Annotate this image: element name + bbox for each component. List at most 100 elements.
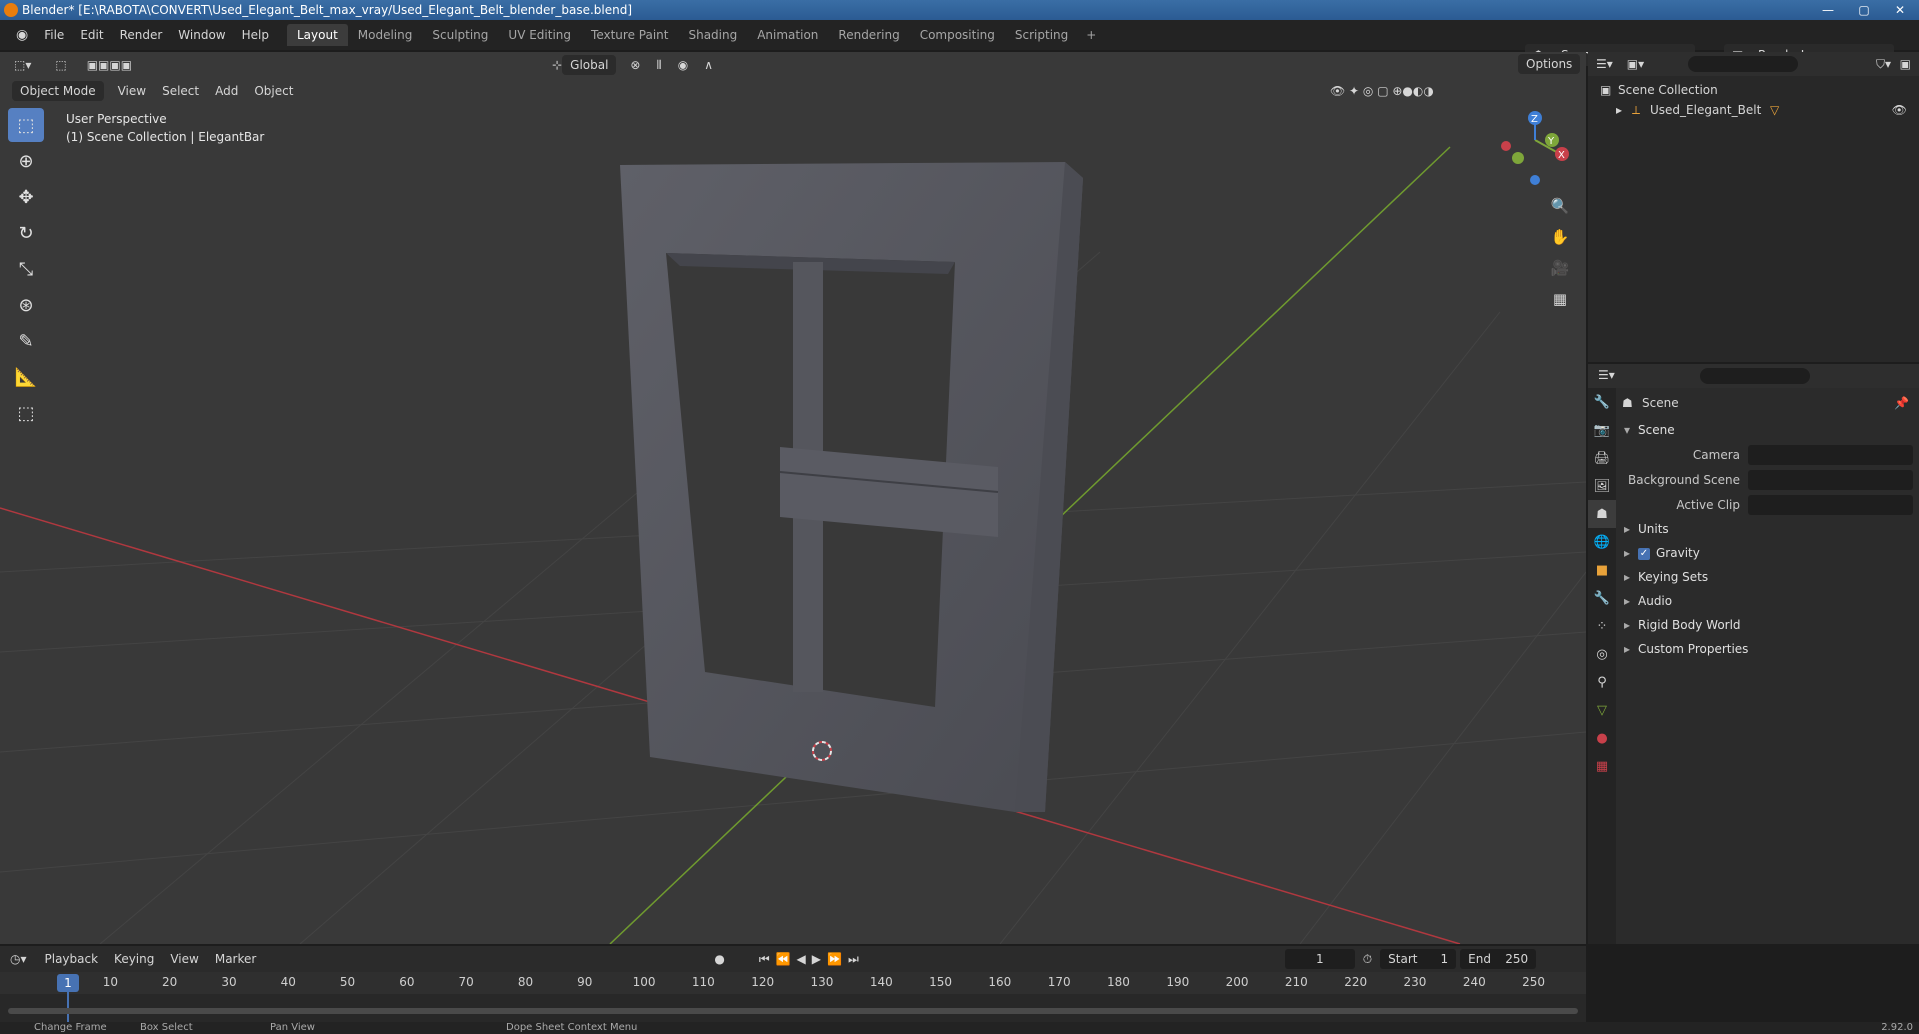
options-dropdown[interactable]: Options [1518,54,1581,74]
tab-compositing[interactable]: Compositing [910,24,1005,46]
tab-modeling[interactable]: Modeling [348,24,423,46]
viewport-scene[interactable]: Z Y X [0,52,1586,944]
scene-tab-icon[interactable]: ☗ [1588,500,1616,528]
outliner-item-used-elegant-belt[interactable]: ▸ ⟂ Used_Elegant_Belt ▽ 👁 [1588,100,1919,120]
object-mode-dropdown[interactable]: Object Mode [12,81,104,101]
viewport-menu-object[interactable]: Object [246,84,301,98]
measure-tool-icon[interactable]: 📐 [8,360,44,394]
filter-icon[interactable]: ⛉▾ [1876,57,1891,72]
menu-render[interactable]: Render [112,28,171,42]
preview-range-icon[interactable]: ⏱ [1363,952,1372,967]
tab-texture-paint[interactable]: Texture Paint [581,24,678,46]
outliner-search-input[interactable] [1688,56,1798,72]
constraints-tab-icon[interactable]: ⚲ [1588,668,1616,696]
modifier-tab-icon[interactable]: 🔧 [1588,584,1616,612]
cursor-tool-icon[interactable]: ⊕ [8,144,44,178]
camera-field[interactable] [1748,444,1913,465]
playback-controls[interactable]: ⏮⏪◀▶⏩⏭ [759,952,865,967]
timeline-menu-keying[interactable]: Keying [106,952,162,966]
transform-tool-icon[interactable]: ⊛ [8,288,44,322]
timeline-editor-icon[interactable]: ◷▾ [10,952,27,966]
scale-tool-icon[interactable]: ⤡ [8,252,44,286]
properties-search-input[interactable] [1700,368,1810,384]
blender-menu-icon[interactable]: ◉ [8,27,36,43]
expand-arrow-icon[interactable]: ▸ [1616,100,1622,120]
world-tab-icon[interactable]: 🌐 [1588,528,1616,556]
timeline-ruler[interactable]: 10 20 30 40 50 60 70 80 90 100 110 120 130 140 150 160 1… [0,972,1586,994]
active-clip-field[interactable] [1748,494,1913,515]
section-scene[interactable]: Scene [1618,418,1919,442]
3d-viewport[interactable]: Z Y X ⬚▾ ⬚ ▣▣▣▣ ⊹ Global ⊗ ⦀ ◉ ∧ Options… [0,52,1586,944]
render-tab-icon[interactable]: 📷 [1588,416,1616,444]
material-tab-icon[interactable]: ● [1588,724,1616,752]
pan-hand-icon[interactable]: ✋ [1546,223,1574,251]
texture-tab-icon[interactable]: ▦ [1588,752,1616,780]
menu-edit[interactable]: Edit [72,28,111,42]
playhead[interactable]: 1 [57,974,79,992]
visibility-eye-icon[interactable]: 👁 [1892,100,1907,120]
section-units[interactable]: Units [1618,517,1919,541]
annotate-tool-icon[interactable]: ✎ [8,324,44,358]
editor-type-icon[interactable]: ⬚▾ [14,58,31,72]
outliner-display-mode-icon[interactable]: ▣▾ [1627,57,1644,71]
physics-tab-icon[interactable]: ◎ [1588,640,1616,668]
tab-animation[interactable]: Animation [747,24,828,46]
timeline-scrollbar[interactable] [8,1008,1578,1014]
particles-tab-icon[interactable]: ⁘ [1588,612,1616,640]
pivot-icon[interactable]: ⊗ [630,58,640,72]
maximize-button[interactable]: ▢ [1851,0,1877,20]
tab-rendering[interactable]: Rendering [828,24,909,46]
end-frame-field[interactable]: End 250 [1460,949,1537,969]
add-cube-tool-icon[interactable]: ⬚ [8,396,44,430]
minimize-button[interactable]: — [1815,0,1841,20]
gravity-checkbox[interactable]: ✓ [1638,547,1650,560]
navigation-gizmo[interactable]: Z Y X [1501,111,1569,185]
viewport-menu-select[interactable]: Select [154,84,207,98]
tool-tab-icon[interactable]: 🔧 [1588,388,1616,416]
tab-layout[interactable]: Layout [286,24,348,46]
view-layer-tab-icon[interactable]: 🖼 [1588,472,1616,500]
zoom-icon[interactable]: 🔍 [1546,192,1574,220]
add-workspace-button[interactable]: + [1078,24,1104,46]
timeline-editor[interactable]: ◷▾ Playback Keying View Marker ● ⏮⏪◀▶⏩⏭ … [0,946,1586,1022]
camera-view-icon[interactable]: 🎥 [1546,254,1574,282]
background-scene-field[interactable] [1748,469,1913,490]
tab-scripting[interactable]: Scripting [1005,24,1078,46]
pin-icon[interactable]: 📌 [1894,388,1909,418]
perspective-grid-icon[interactable]: ▦ [1546,285,1574,313]
section-rigid-body-world[interactable]: Rigid Body World [1618,613,1919,637]
section-custom-properties[interactable]: Custom Properties [1618,637,1919,661]
new-collection-icon[interactable]: ▣ [1900,57,1911,71]
select-mode-icons[interactable]: ▣▣▣▣ [87,58,132,72]
tab-uv-editing[interactable]: UV Editing [498,24,581,46]
transform-orientation-dropdown[interactable]: Global [562,55,617,75]
timeline-menu-marker[interactable]: Marker [207,952,264,966]
timeline-menu-view[interactable]: View [162,952,206,966]
properties-editor-icon[interactable]: ☰▾ [1598,368,1615,382]
tab-shading[interactable]: Shading [678,24,747,46]
move-tool-icon[interactable]: ✥ [8,180,44,214]
menu-file[interactable]: File [36,28,72,42]
data-tab-icon[interactable]: ▽ [1588,696,1616,724]
section-keying-sets[interactable]: Keying Sets [1618,565,1919,589]
output-tab-icon[interactable]: 🖨 [1588,444,1616,472]
timeline-menu-playback[interactable]: Playback [37,952,107,966]
select-box-tool-icon[interactable]: ⬚ [8,108,44,142]
start-frame-field[interactable]: Start 1 [1380,949,1457,969]
menu-window[interactable]: Window [170,28,233,42]
proportional-edit-icon[interactable]: ◉ [678,58,688,72]
outliner-editor-icon[interactable]: ☰▾ [1596,57,1613,71]
auto-keying-icon[interactable]: ● [714,952,724,966]
belt-buckle-model[interactable] [620,162,1083,812]
viewport-menu-add[interactable]: Add [207,84,246,98]
falloff-icon[interactable]: ∧ [704,58,713,72]
current-frame-field[interactable]: 1 [1284,949,1355,969]
snap-icon[interactable]: ⦀ [656,58,661,73]
rotate-tool-icon[interactable]: ↻ [8,216,44,250]
viewport-menu-view[interactable]: View [110,84,154,98]
viewport-shading-icons[interactable]: 👁 ✦ ◎ ▢ ⊕●◐◑ [1330,84,1434,98]
close-button[interactable]: ✕ [1887,0,1913,20]
section-audio[interactable]: Audio [1618,589,1919,613]
outliner-scene-collection[interactable]: ▣ Scene Collection [1588,80,1919,100]
select-tool-icon[interactable]: ⬚ [55,58,66,72]
